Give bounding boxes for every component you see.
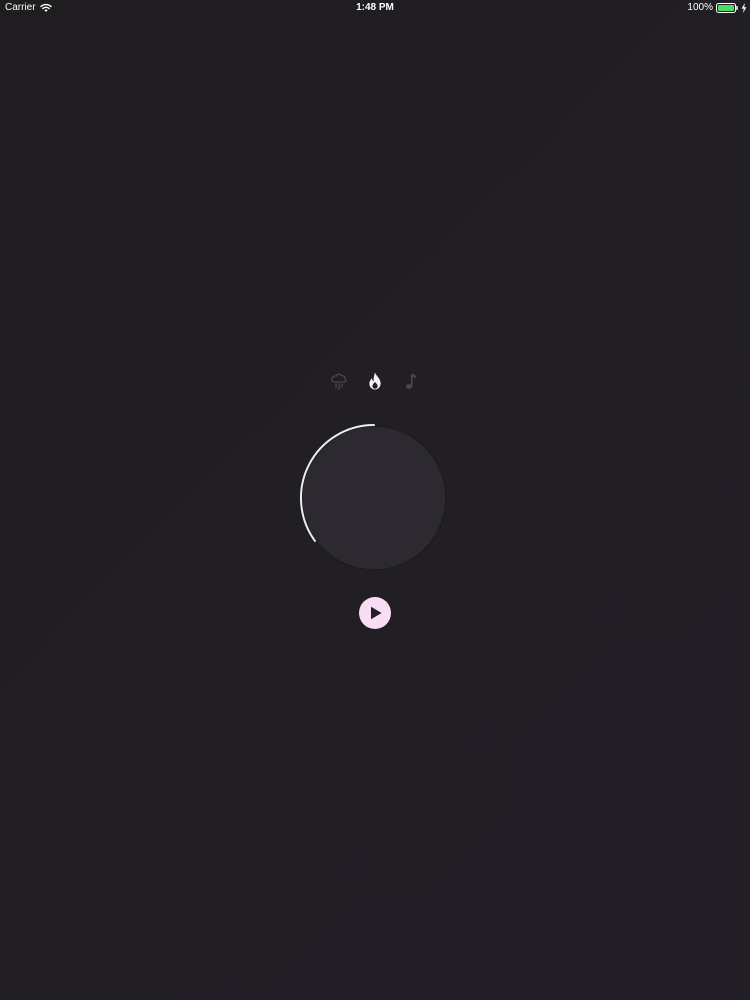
battery-percent: 100% <box>687 2 713 13</box>
battery-icon <box>716 2 738 13</box>
timer-dial[interactable] <box>300 424 448 572</box>
play-icon <box>371 606 382 620</box>
music-note-icon <box>406 374 417 389</box>
sound-selector <box>327 370 423 392</box>
sound-option-rain[interactable] <box>327 370 351 392</box>
sound-option-music[interactable] <box>399 370 423 392</box>
status-time: 1:48 PM <box>356 2 394 13</box>
rain-cloud-icon <box>331 373 347 391</box>
timer-dial-graphic <box>300 424 447 571</box>
charging-bolt-icon <box>741 2 747 13</box>
status-bar: Carrier 1:48 PM 100% <box>0 0 750 16</box>
timer-dial-face <box>301 425 447 571</box>
play-button[interactable] <box>359 597 391 629</box>
flame-icon <box>369 372 381 390</box>
battery-group: 100% <box>687 2 747 13</box>
sound-option-fire[interactable] <box>363 370 387 392</box>
